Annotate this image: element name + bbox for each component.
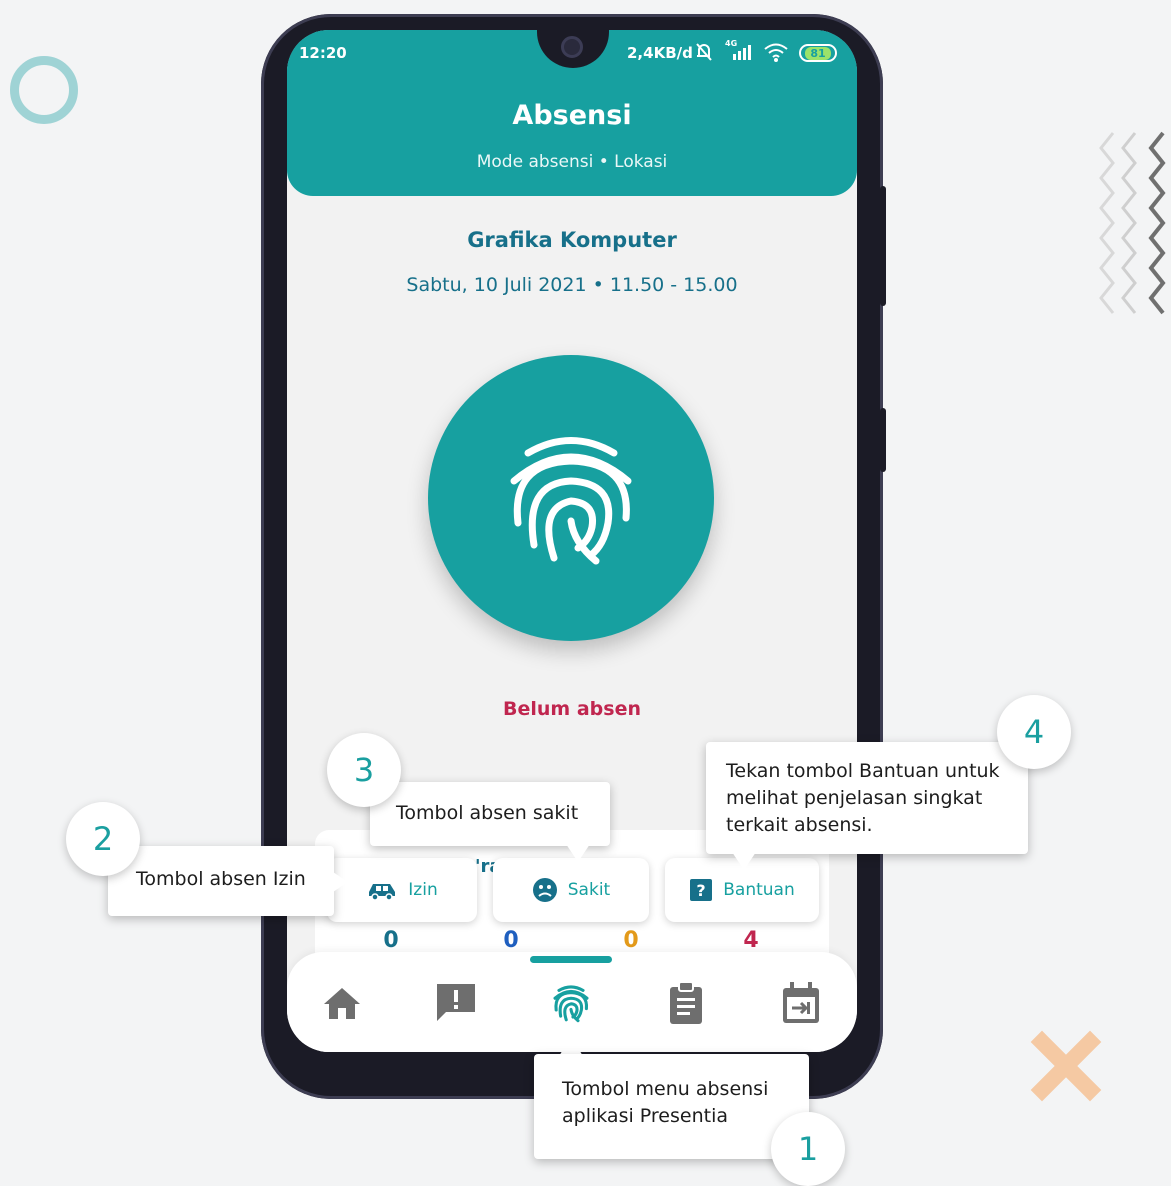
callout-4-pointer xyxy=(732,852,756,870)
count-third: 0 xyxy=(623,928,639,953)
bantuan-label: Bantuan xyxy=(723,880,795,900)
home-icon xyxy=(324,988,360,1019)
count-fourth: 4 xyxy=(743,928,759,953)
callout-bantuan: Tekan tombol Bantuan untuk melihat penje… xyxy=(706,742,1028,854)
sakit-button[interactable]: Sakit xyxy=(493,858,649,922)
callout-3-text: Tombol absen sakit xyxy=(396,802,579,824)
phone-power-button xyxy=(880,408,886,472)
decorative-waves xyxy=(1099,131,1166,315)
nav-report[interactable] xyxy=(431,978,481,1028)
callout-2-text: Tombol absen Izin xyxy=(136,868,306,890)
course-name: Grafika Komputer xyxy=(467,228,677,252)
fingerprint-icon xyxy=(553,985,589,1023)
course-schedule: Sabtu, 10 Juli 2021 • 11.50 - 15.00 xyxy=(406,274,738,296)
question-icon: ? xyxy=(690,879,713,901)
nav-calendar[interactable] xyxy=(776,978,826,1028)
car-icon xyxy=(369,884,396,900)
callout-absen-sakit: Tombol absen sakit xyxy=(370,782,610,846)
callout-absen-izin: Tombol absen Izin xyxy=(108,846,334,916)
signal-icon xyxy=(733,45,751,60)
status-time: 12:20 xyxy=(299,44,347,62)
active-tab-indicator xyxy=(530,956,612,963)
count-izin: 0 xyxy=(383,928,399,953)
callout-menu-absensi: Tombol menu absensi aplikasi Presentia xyxy=(534,1054,809,1159)
fingerprint-button[interactable] xyxy=(428,355,714,641)
phone-screen: 12:20 2,4KB/d 4G 81 Absensi Mode absensi… xyxy=(287,30,857,1052)
fingerprint-icon xyxy=(510,437,632,565)
callout-3-pointer xyxy=(566,844,590,862)
decorative-cross xyxy=(1030,1030,1102,1102)
callout-4-line-3: terkait absensi. xyxy=(726,814,873,836)
battery-level: 81 xyxy=(805,46,831,60)
page-subtitle: Mode absensi • Lokasi xyxy=(476,152,668,172)
calendar-icon xyxy=(783,982,819,1023)
callout-1-line-1: Tombol menu absensi xyxy=(562,1078,769,1100)
sakit-label: Sakit xyxy=(567,880,611,900)
status-speed: 2,4KB/d xyxy=(627,44,693,62)
battery-indicator: 81 xyxy=(799,44,837,62)
phone-volume-button xyxy=(880,186,886,306)
nav-home[interactable] xyxy=(317,978,367,1028)
izin-button[interactable]: Izin xyxy=(327,858,477,922)
wifi-icon xyxy=(764,43,788,62)
izin-label: Izin xyxy=(408,880,438,900)
page-title: Absensi xyxy=(512,100,632,131)
count-sakit: 0 xyxy=(503,928,519,953)
nav-absensi[interactable] xyxy=(546,978,596,1028)
callout-4-badge: 4 xyxy=(997,695,1071,769)
callout-4-line-2: melihat penjelasan singkat xyxy=(726,787,983,809)
clipboard-icon xyxy=(670,981,702,1024)
callout-1-line-2: aplikasi Presentia xyxy=(562,1105,728,1127)
callout-4-line-1: Tekan tombol Bantuan untuk xyxy=(726,760,1000,782)
callout-2-pointer xyxy=(330,870,348,894)
svg-text:?: ? xyxy=(697,881,706,900)
nav-clipboard[interactable] xyxy=(661,978,711,1028)
sad-face-icon xyxy=(532,878,557,902)
callout-1-badge: 1 xyxy=(771,1112,845,1186)
front-camera xyxy=(561,36,583,58)
report-icon xyxy=(437,984,475,1021)
bell-off-icon xyxy=(696,43,712,61)
attendance-status: Belum absen xyxy=(503,698,641,720)
decorative-ring xyxy=(10,56,78,124)
callout-2-badge: 2 xyxy=(66,802,140,876)
callout-3-badge: 3 xyxy=(327,733,401,807)
